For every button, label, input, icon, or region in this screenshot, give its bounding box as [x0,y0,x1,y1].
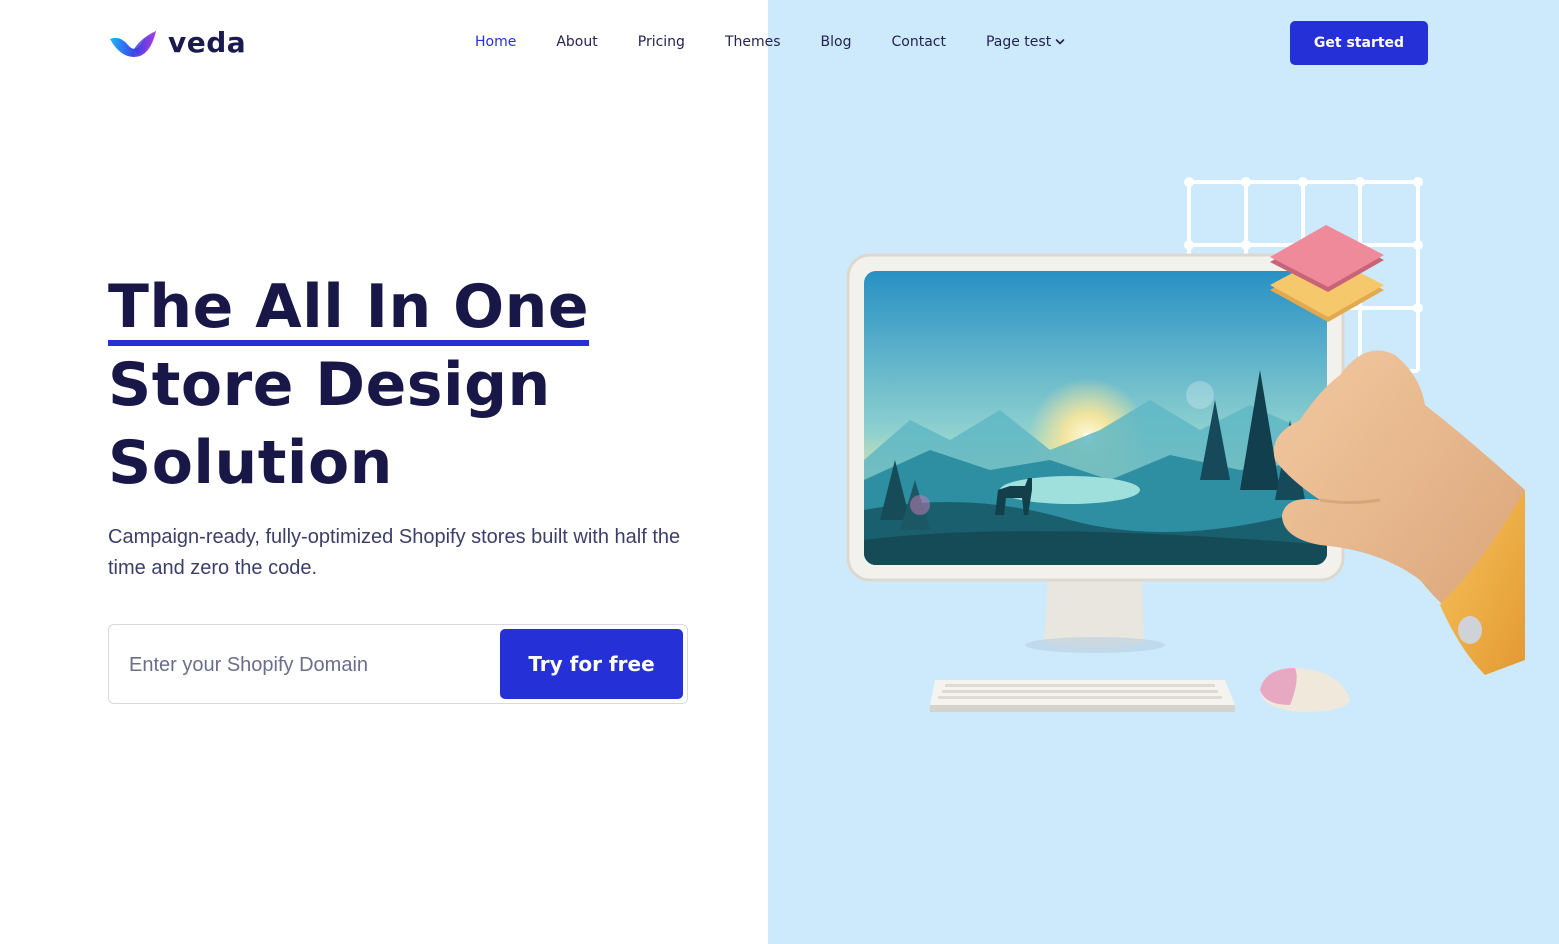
nav-item-pricing[interactable]: Pricing [638,32,685,52]
get-started-button[interactable]: Get started [1290,21,1428,65]
domain-form: Try for free [108,624,688,704]
nav-item-page-test-label: Page test [985,34,1052,50]
hero-title-line-1: The All In One [108,274,590,346]
try-for-free-button[interactable]: Try for free [500,629,683,699]
nav-item-about[interactable]: About [556,32,597,52]
nav-item-page-test[interactable]: Page test [986,32,1065,52]
computer-hand-illustration [846,177,1525,712]
chevron-down-icon [1055,39,1065,45]
hero-subtitle: Campaign-ready, fully-optimized Shopify … [108,526,681,579]
shopify-domain-input[interactable] [129,647,489,683]
hero-title-line-2: Store Design [108,350,551,420]
veda-logo-icon [110,30,156,57]
main-nav: Home About Pricing Themes Blog Contact P… [475,32,1105,52]
hero-title-line-3: Solution [108,428,393,498]
veda-logo[interactable]: veda [108,26,246,59]
brand-name: veda [168,26,247,59]
hero-title: The All In One Store Design Solution [108,268,728,502]
nav-item-blog[interactable]: Blog [821,32,852,52]
nav-item-themes[interactable]: Themes [725,32,781,52]
nav-item-contact[interactable]: Contact [892,32,946,52]
nav-item-home[interactable]: Home [475,32,516,52]
